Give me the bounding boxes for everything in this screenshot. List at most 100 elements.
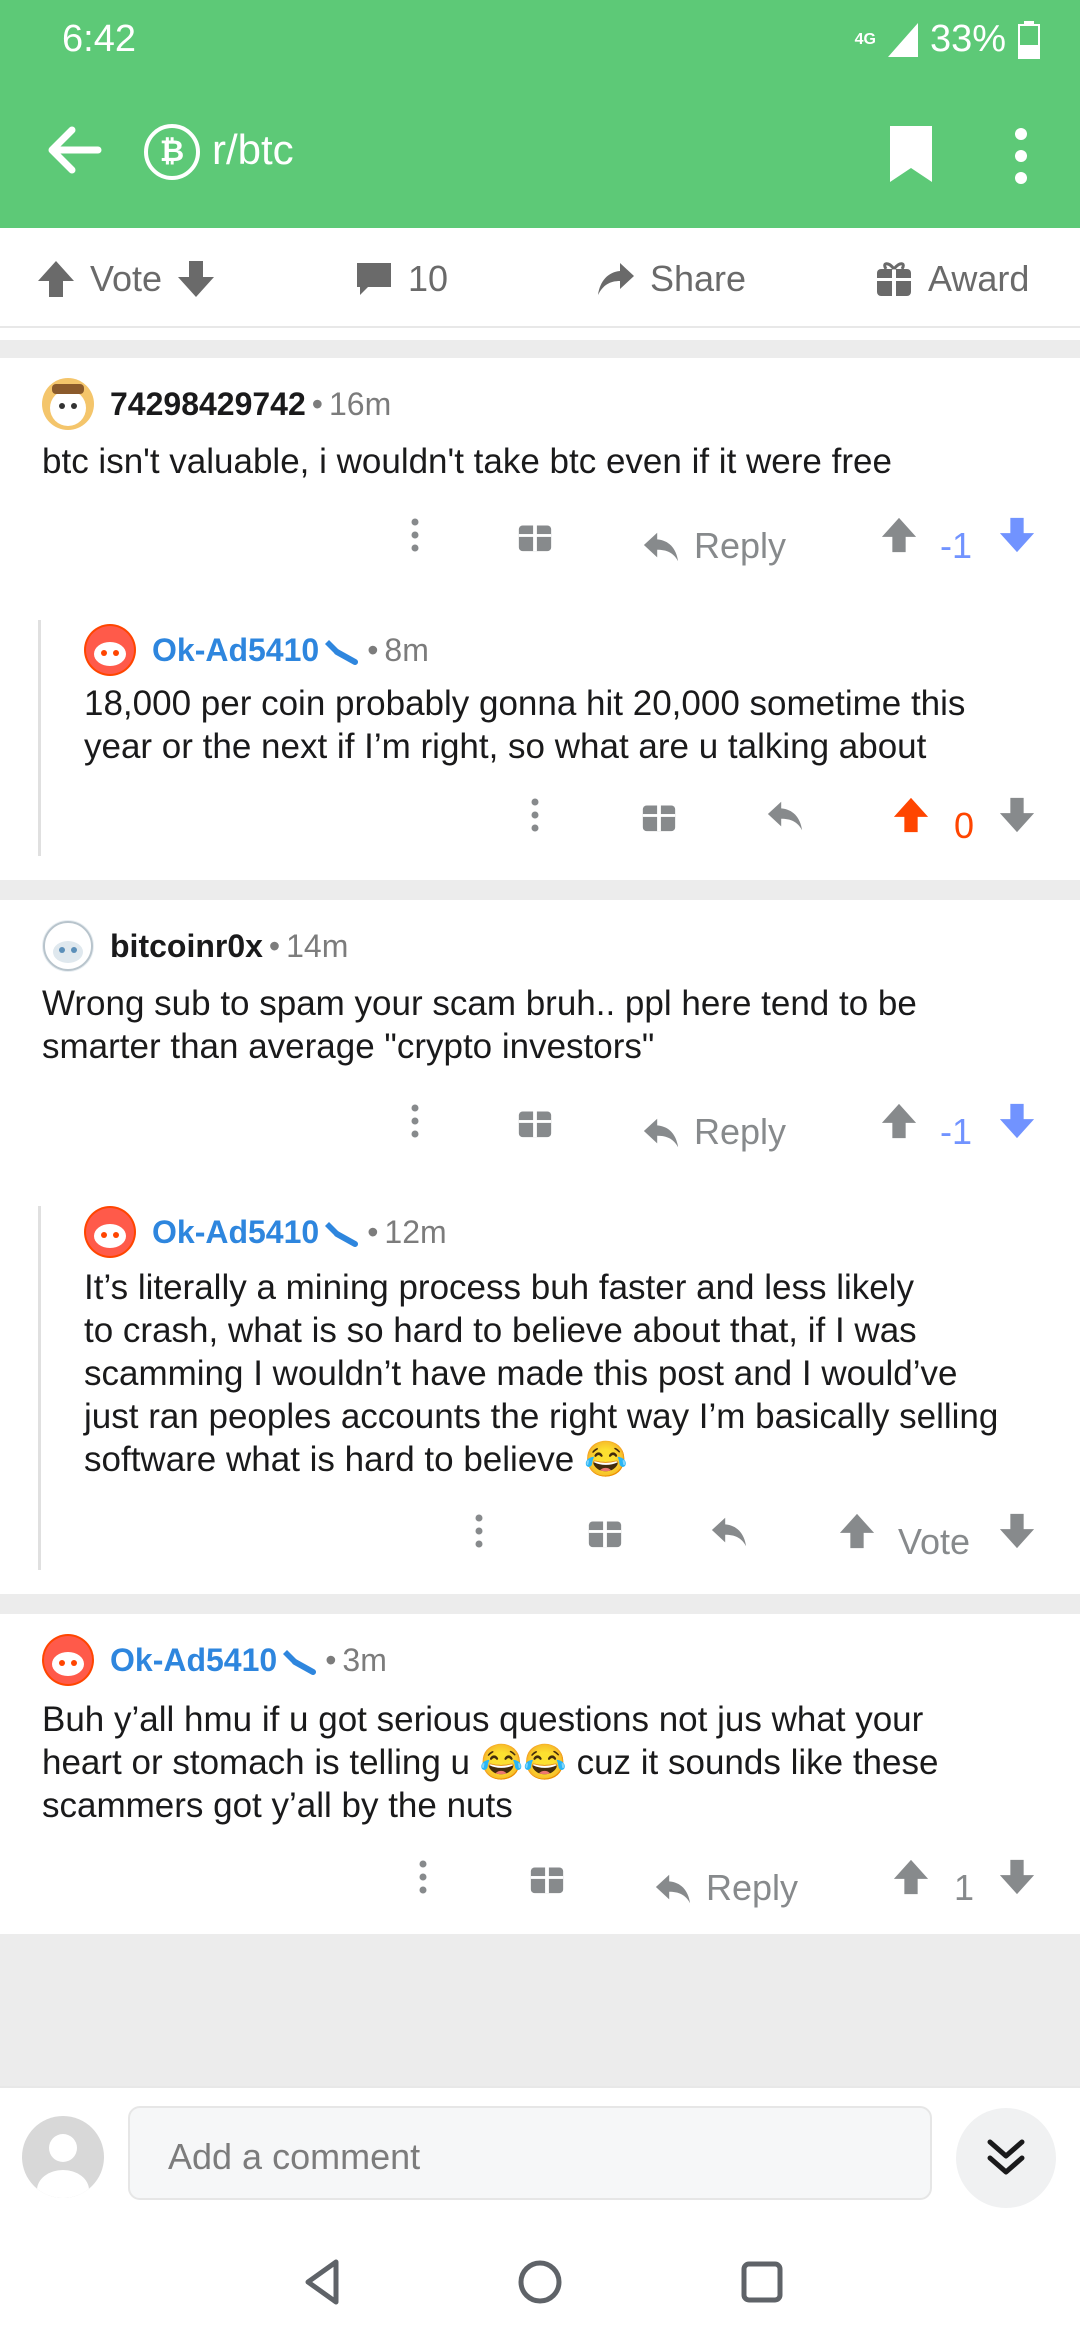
reply-label: Reply	[694, 1111, 787, 1152]
comment: bitcoinr0x • 14m Wrong sub to spam your …	[0, 900, 1080, 1594]
comments-button[interactable]: 10	[354, 258, 448, 300]
more-options-icon[interactable]	[396, 516, 434, 554]
vote-label: Vote	[90, 258, 163, 299]
back-arrow-icon[interactable]	[44, 120, 104, 180]
comment-score: -1	[940, 1111, 973, 1152]
comment-text: Buh y’all hmu if u got serious questions…	[42, 1698, 938, 1827]
reply-icon[interactable]	[710, 1512, 748, 1550]
upvote-icon[interactable]	[36, 259, 76, 299]
text-line: smarter than average "crypto investors"	[42, 1027, 655, 1066]
downvote-icon[interactable]	[998, 796, 1036, 834]
gift-icon[interactable]	[516, 1102, 554, 1140]
gift-icon[interactable]	[528, 1858, 566, 1896]
bookmark-icon[interactable]	[888, 126, 934, 182]
comment-count: 10	[408, 258, 449, 299]
reply-button[interactable]: Reply	[642, 516, 786, 576]
upvote-icon[interactable]	[880, 516, 918, 554]
reply-icon	[655, 1874, 691, 1904]
upvote-icon[interactable]	[838, 1512, 876, 1550]
comment-text: It’s literally a mining process buh fast…	[84, 1266, 998, 1481]
share-button[interactable]: Share	[596, 258, 746, 300]
text-line: 18,000 per coin probably gonna hit 20,00…	[84, 684, 966, 723]
subreddit-icon[interactable]: ₿	[144, 124, 200, 180]
downvote-icon[interactable]	[176, 259, 216, 299]
comment-score: 1	[954, 1867, 975, 1908]
divider	[0, 1594, 1080, 1614]
avatar[interactable]	[84, 624, 136, 676]
signal-icon	[887, 22, 918, 57]
subreddit-name[interactable]: r/btc	[212, 126, 294, 174]
battery-percent: 33%	[929, 18, 1006, 60]
status-icons: 4G 33%	[855, 18, 1040, 61]
vote-label: Vote	[898, 1521, 971, 1562]
gift-icon[interactable]	[516, 516, 554, 554]
text-line: Wrong sub to spam your scam bruh.. ppl h…	[42, 984, 917, 1023]
more-options-icon[interactable]	[460, 1512, 498, 1550]
avatar[interactable]	[84, 1206, 136, 1258]
text-line: It’s literally a mining process buh fast…	[84, 1268, 915, 1307]
share-label: Share	[650, 258, 747, 299]
empty-area	[0, 1934, 1080, 2086]
gift-icon[interactable]	[640, 796, 678, 834]
reply-button[interactable]: Reply	[654, 1858, 798, 1918]
network-label: 4G	[854, 30, 876, 48]
divider	[0, 340, 1080, 358]
text-line: Buh y’all hmu if u got serious questions…	[42, 1700, 924, 1739]
comment-time: 14m	[286, 927, 349, 964]
more-options-icon[interactable]	[404, 1858, 442, 1896]
status-time: 6:42	[62, 18, 136, 60]
chevron-double-down-icon	[987, 2139, 1025, 2175]
comment-author[interactable]: Ok-Ad5410	[152, 632, 319, 669]
comment-separator: •	[311, 385, 323, 422]
more-options-icon[interactable]	[1006, 126, 1036, 186]
upvote-icon[interactable]	[892, 1858, 930, 1896]
more-options-icon[interactable]	[396, 1102, 434, 1140]
battery-icon	[1018, 20, 1040, 59]
award-label: Award	[928, 258, 1030, 299]
share-icon	[598, 263, 634, 295]
downvote-icon[interactable]	[998, 516, 1036, 554]
downvote-icon[interactable]	[998, 1858, 1036, 1896]
comment-author[interactable]: Ok-Ad5410	[152, 1214, 319, 1251]
user-avatar-icon[interactable]	[22, 2116, 104, 2198]
comment-author[interactable]: 74298429742	[110, 386, 306, 423]
comment-time: 3m	[342, 1641, 387, 1678]
reply-button[interactable]: Reply	[642, 1102, 786, 1162]
add-comment-input[interactable]: Add a comment	[128, 2106, 932, 2200]
comment-author[interactable]: bitcoinr0x	[110, 928, 263, 965]
comment-score: -1	[940, 525, 973, 566]
nav-recents-icon[interactable]	[732, 2252, 792, 2312]
avatar[interactable]	[42, 1634, 94, 1686]
gift-icon[interactable]	[586, 1512, 624, 1550]
toolbar: ₿ r/btc	[0, 100, 1080, 210]
comment-time: 8m	[384, 631, 429, 668]
comment-text: Wrong sub to spam your scam bruh.. ppl h…	[42, 982, 917, 1068]
text-line: scamming I wouldn’t have made this post …	[84, 1354, 958, 1393]
avatar[interactable]	[42, 378, 94, 430]
award-button[interactable]: Award	[874, 258, 1029, 300]
text-line: to crash, what is so hard to believe abo…	[84, 1311, 917, 1350]
app-header: 6:42 4G 33% ₿ r/btc	[0, 0, 1080, 228]
nav-home-icon[interactable]	[510, 2252, 570, 2312]
downvote-icon[interactable]	[998, 1102, 1036, 1140]
text-line: just ran peoples accounts the right way …	[84, 1397, 999, 1436]
jump-to-next-button[interactable]	[956, 2108, 1056, 2208]
upvote-icon[interactable]	[880, 1102, 918, 1140]
gift-icon	[877, 262, 911, 296]
upvote-icon[interactable]	[892, 796, 930, 834]
comment-author[interactable]: Ok-Ad5410	[110, 1642, 277, 1679]
reply-label: Reply	[706, 1867, 799, 1908]
post-action-bar: Vote 10 Share Award	[0, 228, 1080, 328]
comment-time: 12m	[384, 1213, 447, 1250]
reply-icon[interactable]	[766, 796, 804, 834]
more-options-icon[interactable]	[516, 796, 554, 834]
reply-icon	[643, 1118, 679, 1148]
comment-text: btc isn't valuable, i wouldn't take btc …	[42, 442, 892, 481]
nav-back-icon[interactable]	[294, 2252, 354, 2312]
downvote-icon[interactable]	[998, 1512, 1036, 1550]
comment: 74298429742 • 16m btc isn't valuable, i …	[0, 358, 1080, 880]
comment-separator: •	[268, 927, 281, 964]
text-line: software what is hard to believe 😂	[84, 1440, 628, 1479]
comment-icon	[357, 263, 391, 295]
avatar[interactable]	[42, 920, 94, 972]
